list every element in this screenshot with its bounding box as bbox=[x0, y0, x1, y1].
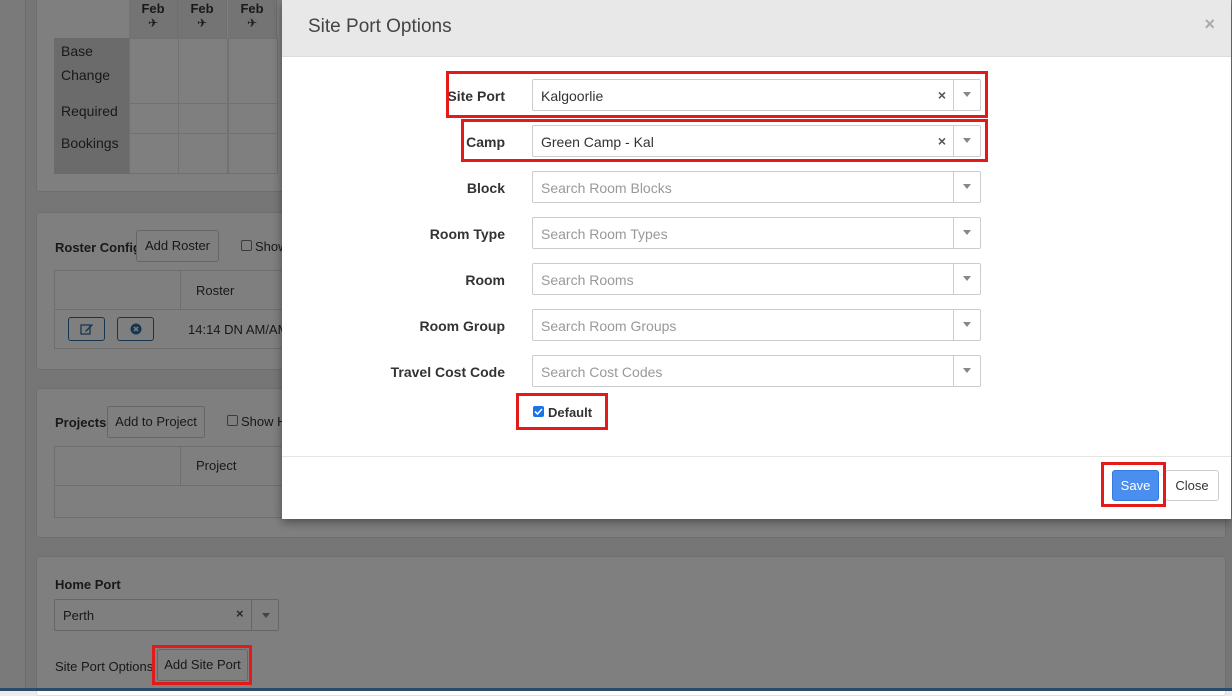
travel-cost-code-select[interactable]: Search Cost Codes bbox=[532, 355, 981, 387]
chevron-down-icon bbox=[963, 322, 971, 327]
block-placeholder: Search Room Blocks bbox=[541, 180, 672, 196]
dropdown-toggle[interactable] bbox=[953, 218, 980, 248]
room-label: Room bbox=[465, 272, 505, 288]
room-group-label: Room Group bbox=[419, 318, 505, 334]
highlight-box-site-port bbox=[446, 71, 988, 118]
room-select[interactable]: Search Rooms bbox=[532, 263, 981, 295]
room-group-placeholder: Search Room Groups bbox=[541, 318, 677, 334]
travel-cost-code-placeholder: Search Cost Codes bbox=[541, 364, 663, 380]
chevron-down-icon bbox=[963, 184, 971, 189]
close-button[interactable]: Close bbox=[1165, 470, 1219, 501]
highlight-box-camp bbox=[461, 119, 988, 162]
dropdown-toggle[interactable] bbox=[953, 356, 980, 386]
chevron-down-icon bbox=[963, 276, 971, 281]
highlight-box-add-site-port bbox=[152, 645, 252, 685]
room-type-placeholder: Search Room Types bbox=[541, 226, 668, 242]
chevron-down-icon bbox=[963, 230, 971, 235]
room-placeholder: Search Rooms bbox=[541, 272, 634, 288]
room-group-select[interactable]: Search Room Groups bbox=[532, 309, 981, 341]
block-select[interactable]: Search Room Blocks bbox=[532, 171, 981, 203]
highlight-box-default bbox=[516, 393, 608, 430]
travel-cost-code-label: Travel Cost Code bbox=[390, 364, 505, 380]
highlight-box-save bbox=[1101, 462, 1166, 507]
site-port-options-modal: Site Port Options × Site Port Kalgoorlie… bbox=[282, 0, 1231, 519]
dropdown-toggle[interactable] bbox=[953, 310, 980, 340]
block-label: Block bbox=[466, 180, 505, 196]
room-type-label: Room Type bbox=[429, 226, 505, 242]
chevron-down-icon bbox=[963, 368, 971, 373]
modal-title: Site Port Options bbox=[308, 16, 452, 37]
dropdown-toggle[interactable] bbox=[953, 172, 980, 202]
modal-footer-divider bbox=[282, 456, 1231, 457]
dropdown-toggle[interactable] bbox=[953, 264, 980, 294]
close-icon[interactable]: × bbox=[1204, 14, 1215, 35]
room-type-select[interactable]: Search Room Types bbox=[532, 217, 981, 249]
modal-header: Site Port Options × bbox=[282, 0, 1231, 57]
